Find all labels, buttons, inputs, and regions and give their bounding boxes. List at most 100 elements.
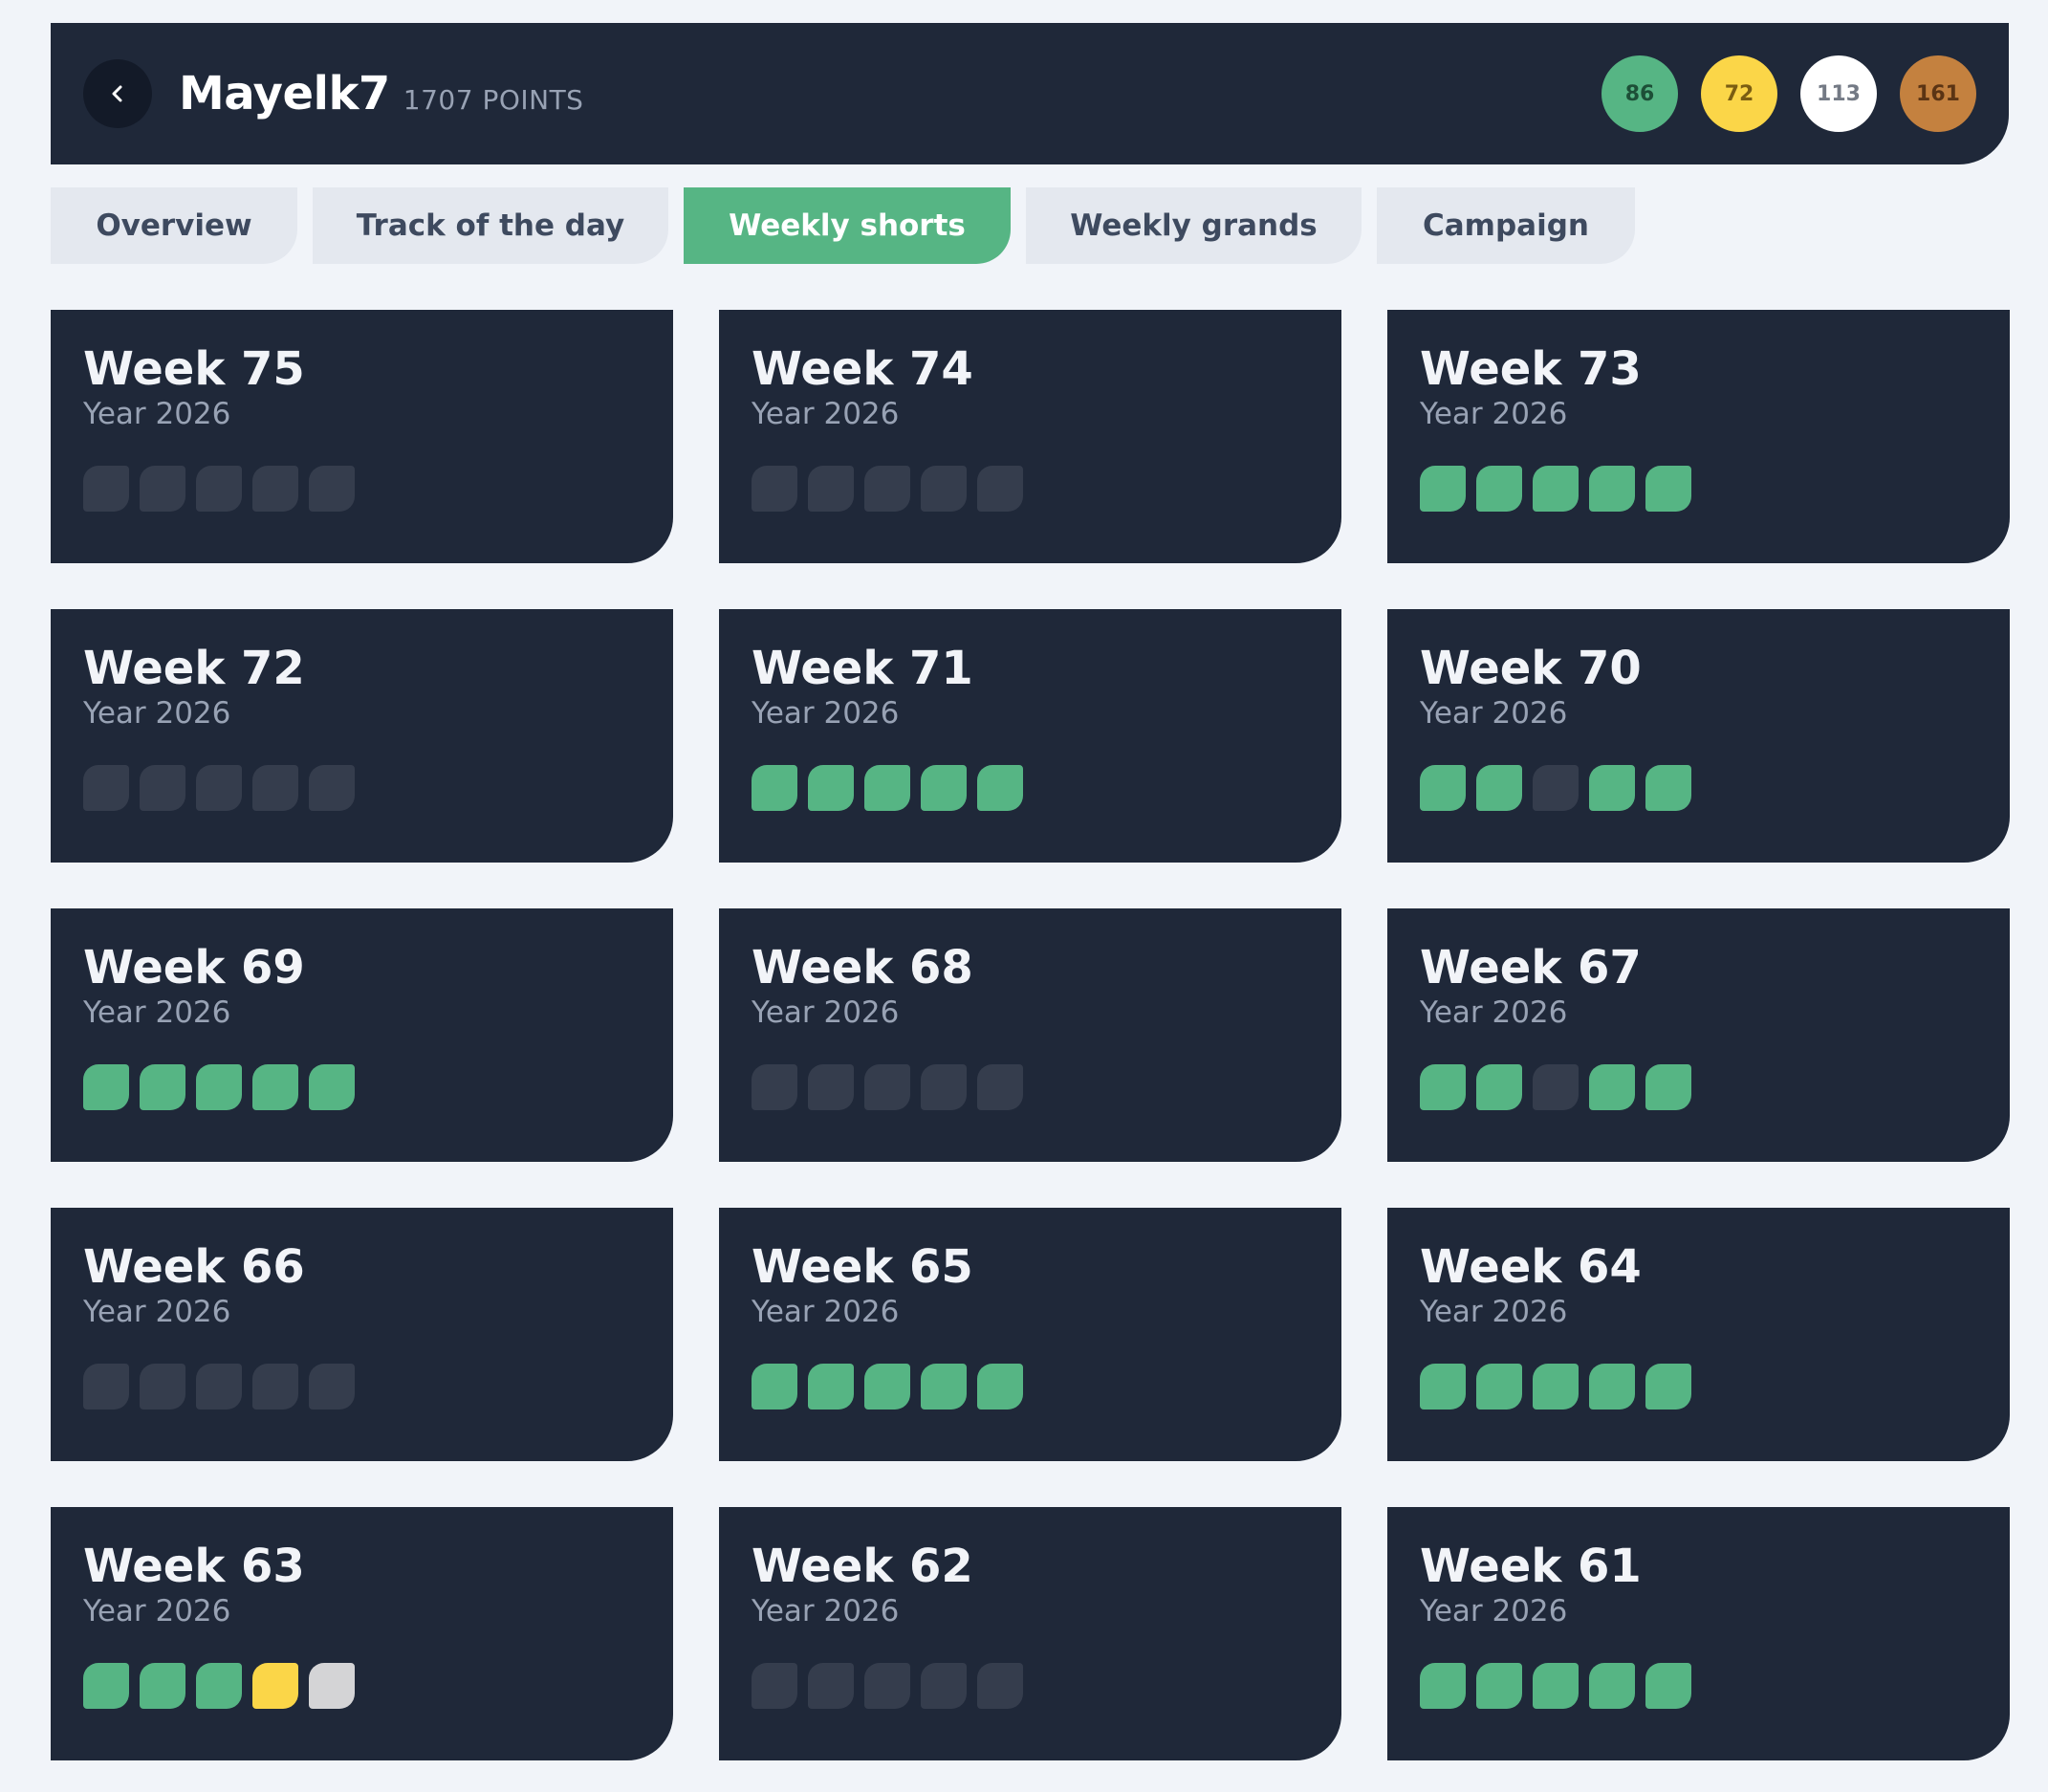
player-name: Mayelk7 [179, 67, 390, 120]
track-medal-empty [196, 765, 242, 811]
week-year: Year 2026 [1420, 696, 1568, 731]
week-card[interactable]: Week 62 Year 2026 [719, 1507, 1341, 1760]
track-medal-list [752, 765, 1309, 811]
track-medal-green [1420, 1663, 1466, 1709]
track-medal-empty [752, 1663, 797, 1709]
track-medal-list [1420, 1364, 1977, 1410]
week-title: Week 72 [83, 642, 305, 695]
week-card[interactable]: Week 72 Year 2026 [51, 609, 673, 863]
tab-overview[interactable]: Overview [51, 187, 297, 264]
track-medal-empty [1533, 765, 1579, 811]
track-medal-green [1645, 1663, 1691, 1709]
track-medal-empty [140, 765, 185, 811]
track-medal-empty [196, 466, 242, 512]
week-title: Week 66 [83, 1240, 305, 1294]
week-card[interactable]: Week 75 Year 2026 [51, 310, 673, 563]
track-medal-empty [83, 765, 129, 811]
week-card[interactable]: Week 64 Year 2026 [1387, 1208, 2010, 1461]
tab-weekly-shorts[interactable]: Weekly shorts [684, 187, 1011, 264]
track-medal-empty [252, 466, 298, 512]
track-medal-green [1589, 765, 1635, 811]
track-medal-empty [752, 466, 797, 512]
track-medal-list [752, 466, 1309, 512]
week-title: Week 75 [83, 342, 305, 396]
track-medal-green [1476, 466, 1522, 512]
track-medal-list [1420, 466, 1977, 512]
track-medal-green [196, 1663, 242, 1709]
tab-weekly-grands[interactable]: Weekly grands [1026, 187, 1362, 264]
player-points: 1707 POINTS [403, 83, 584, 116]
track-medal-green [1420, 765, 1466, 811]
tab-bar: Overview Track of the day Weekly shorts Wee… [51, 187, 1635, 264]
track-medal-empty [309, 466, 355, 512]
track-medal-empty [864, 1064, 910, 1110]
track-medal-green [1589, 1364, 1635, 1410]
track-medal-empty [252, 765, 298, 811]
week-title: Week 65 [752, 1240, 973, 1294]
week-card[interactable]: Week 65 Year 2026 [719, 1208, 1341, 1461]
track-medal-green [1420, 466, 1466, 512]
track-medal-green [83, 1064, 129, 1110]
track-medal-green [864, 1364, 910, 1410]
week-card[interactable]: Week 67 Year 2026 [1387, 908, 2010, 1162]
week-title: Week 69 [83, 941, 305, 994]
track-medal-empty [808, 466, 854, 512]
track-medal-green [808, 1364, 854, 1410]
tab-campaign[interactable]: Campaign [1377, 187, 1635, 264]
chevron-left-icon [112, 85, 122, 102]
week-year: Year 2026 [83, 995, 231, 1030]
track-medal-empty [977, 1663, 1023, 1709]
bronze-medal: 161 [1900, 55, 1976, 132]
track-medal-green [1645, 1064, 1691, 1110]
track-medal-green [921, 765, 967, 811]
track-medal-green [1645, 1364, 1691, 1410]
track-medal-list [83, 765, 641, 811]
week-year: Year 2026 [1420, 1594, 1568, 1628]
week-year: Year 2026 [752, 696, 900, 731]
track-medal-green [1645, 765, 1691, 811]
track-medal-empty [977, 466, 1023, 512]
track-medal-list [83, 1364, 641, 1410]
week-card[interactable]: Week 71 Year 2026 [719, 609, 1341, 863]
track-medal-empty [808, 1064, 854, 1110]
week-year: Year 2026 [1420, 995, 1568, 1030]
track-medal-empty [83, 1364, 129, 1410]
track-medal-green [1420, 1364, 1466, 1410]
week-card[interactable]: Week 68 Year 2026 [719, 908, 1341, 1162]
player-header: Mayelk7 1707 POINTS 86 72 113 161 [51, 23, 2009, 164]
week-card[interactable]: Week 70 Year 2026 [1387, 609, 2010, 863]
week-card[interactable]: Week 73 Year 2026 [1387, 310, 2010, 563]
track-medal-green [1533, 466, 1579, 512]
track-medal-empty [977, 1064, 1023, 1110]
track-medal-green [752, 1364, 797, 1410]
track-medal-empty [140, 1364, 185, 1410]
track-medal-green [252, 1064, 298, 1110]
track-medal-green [1533, 1364, 1579, 1410]
week-title: Week 71 [752, 642, 973, 695]
week-card[interactable]: Week 66 Year 2026 [51, 1208, 673, 1461]
track-medal-empty [864, 466, 910, 512]
track-medal-list [83, 1663, 641, 1709]
track-medal-empty [921, 466, 967, 512]
back-button[interactable] [83, 59, 152, 128]
track-medal-list [83, 466, 641, 512]
gold-medal: 72 [1701, 55, 1777, 132]
weeks-grid: Week 75 Year 2026 Week 74 Year 2026 Week 73 Y… [51, 310, 2010, 1760]
track-medal-empty [309, 765, 355, 811]
week-card[interactable]: Week 69 Year 2026 [51, 908, 673, 1162]
tab-track-of-the-day[interactable]: Track of the day [313, 187, 668, 264]
week-title: Week 62 [752, 1540, 973, 1593]
track-medal-list [1420, 1663, 1977, 1709]
track-medal-empty [752, 1064, 797, 1110]
track-medal-empty [808, 1663, 854, 1709]
silver-medal: 113 [1800, 55, 1877, 132]
track-medal-empty [140, 466, 185, 512]
week-card[interactable]: Week 74 Year 2026 [719, 310, 1341, 563]
track-medal-list [752, 1663, 1309, 1709]
week-card[interactable]: Week 61 Year 2026 [1387, 1507, 2010, 1760]
track-medal-yellow [252, 1663, 298, 1709]
week-year: Year 2026 [83, 696, 231, 731]
track-medal-green [1420, 1064, 1466, 1110]
track-medal-green [752, 765, 797, 811]
week-card[interactable]: Week 63 Year 2026 [51, 1507, 673, 1760]
